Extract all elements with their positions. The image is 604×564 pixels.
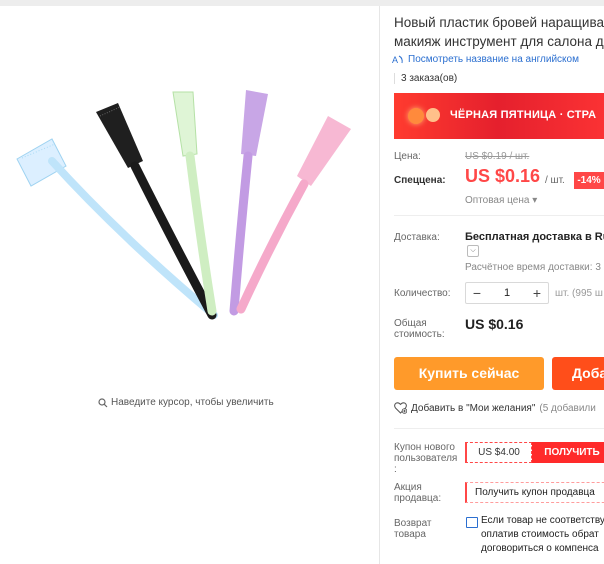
- product-title: Новый пластик бровей наращивание макияж …: [394, 13, 604, 51]
- section-divider: [394, 215, 604, 216]
- price-label: Цена:: [394, 151, 421, 162]
- svg-text:A: A: [392, 55, 398, 65]
- coupon-amount: US $4.00: [465, 442, 532, 463]
- product-info-panel: Новый пластик бровей наращивание макияж …: [380, 0, 604, 564]
- comb-light-blue: [16, 138, 218, 319]
- quantity-stepper: − 1 +: [465, 282, 549, 304]
- current-price: US $0.16: [465, 166, 541, 186]
- shipping-label: Доставка:: [394, 232, 440, 243]
- new-user-coupon: US $4.00 ПОЛУЧИТЬ: [465, 442, 604, 463]
- seller-coupon-button[interactable]: Получить купон продавца: [465, 482, 604, 503]
- returns-icon: [466, 517, 478, 528]
- quantity-minus-button[interactable]: −: [466, 283, 488, 303]
- heart-icon: [394, 402, 407, 414]
- returns-policy-line1: Если товар не соответству: [481, 515, 604, 526]
- section-divider: [394, 428, 604, 429]
- returns-policy-text: Если товар не соответству оплатив стоимо…: [481, 514, 604, 556]
- shipping-method[interactable]: Бесплатная доставка в Russ: [465, 231, 604, 243]
- zoom-hint: Наведите курсор, чтобы увеличить: [98, 397, 274, 408]
- banner-text: ЧЁРНАЯ ПЯТНИЦА · СТРА: [450, 109, 597, 121]
- total-label-line2: стоимость:: [394, 329, 445, 340]
- product-title-line2: макияж инструмент для салона дом: [394, 34, 604, 49]
- add-to-cart-button[interactable]: Доба: [552, 357, 604, 390]
- zoom-hint-text: Наведите курсор, чтобы увеличить: [111, 397, 274, 408]
- new-user-coupon-label-line2: пользователя: [394, 453, 458, 464]
- product-gallery[interactable]: Наведите курсор, чтобы увеличить: [0, 6, 380, 564]
- quantity-plus-button[interactable]: +: [526, 283, 548, 303]
- new-user-coupon-label-line1: Купон нового: [394, 442, 455, 453]
- wholesale-price-toggle[interactable]: Оптовая цена ▾: [465, 195, 537, 206]
- total-label-line1: Общая: [394, 318, 427, 329]
- seller-promo-label: Акция продавца:: [394, 482, 441, 504]
- stock-available: шт. (995 ш: [555, 288, 603, 299]
- seller-promo-label-line2: продавца:: [394, 493, 442, 504]
- total-price: US $0.16: [465, 316, 524, 332]
- new-user-coupon-label-line3: :: [394, 464, 397, 475]
- returns-label-line2: товара: [394, 529, 426, 540]
- product-image[interactable]: [0, 6, 380, 336]
- quantity-input[interactable]: 1: [488, 287, 526, 299]
- wishlist-text[interactable]: Добавить в "Мои желания": [411, 403, 535, 414]
- returns-label: Возврат товара: [394, 518, 432, 540]
- total-label: Общая стоимость:: [394, 318, 445, 340]
- seller-promo-label-line1: Акция: [394, 482, 422, 493]
- chevron-down-icon[interactable]: ⌵: [467, 245, 479, 257]
- returns-label-line1: Возврат: [394, 518, 432, 529]
- delivery-time: Расчётное время доставки: 3: [465, 262, 601, 273]
- translate-link[interactable]: A Посмотреть название на английском: [392, 54, 579, 65]
- new-user-coupon-label: Купон нового пользователя :: [394, 442, 457, 475]
- add-to-wishlist[interactable]: Добавить в "Мои желания" (5 добавили: [394, 402, 596, 414]
- returns-policy-line3: договориться о компенса: [481, 543, 599, 554]
- get-coupon-button[interactable]: ПОЛУЧИТЬ: [532, 442, 604, 463]
- banner-light-icon: [426, 108, 440, 122]
- translate-link-text[interactable]: Посмотреть название на английском: [408, 54, 579, 65]
- orders-count: 3 заказа(ов): [394, 73, 457, 84]
- special-price-label: Спеццена:: [394, 175, 446, 186]
- product-title-line1: Новый пластик бровей наращивание: [394, 15, 604, 30]
- translate-icon: A: [392, 55, 403, 65]
- discount-badge: -14%: [574, 172, 604, 189]
- price-unit: / шт.: [545, 175, 565, 186]
- quantity-label: Количество:: [394, 288, 451, 299]
- old-price: US $0.19 / шт.: [465, 151, 530, 162]
- black-friday-banner[interactable]: ЧЁРНАЯ ПЯТНИЦА · СТРА: [394, 93, 604, 139]
- returns-policy-line2: оплатив стоимость обрат: [481, 529, 599, 540]
- buy-now-button[interactable]: Купить сейчас: [394, 357, 544, 390]
- banner-light-icon: [408, 108, 424, 124]
- magnifier-icon: [98, 397, 108, 407]
- wishlist-count: (5 добавили: [539, 402, 596, 414]
